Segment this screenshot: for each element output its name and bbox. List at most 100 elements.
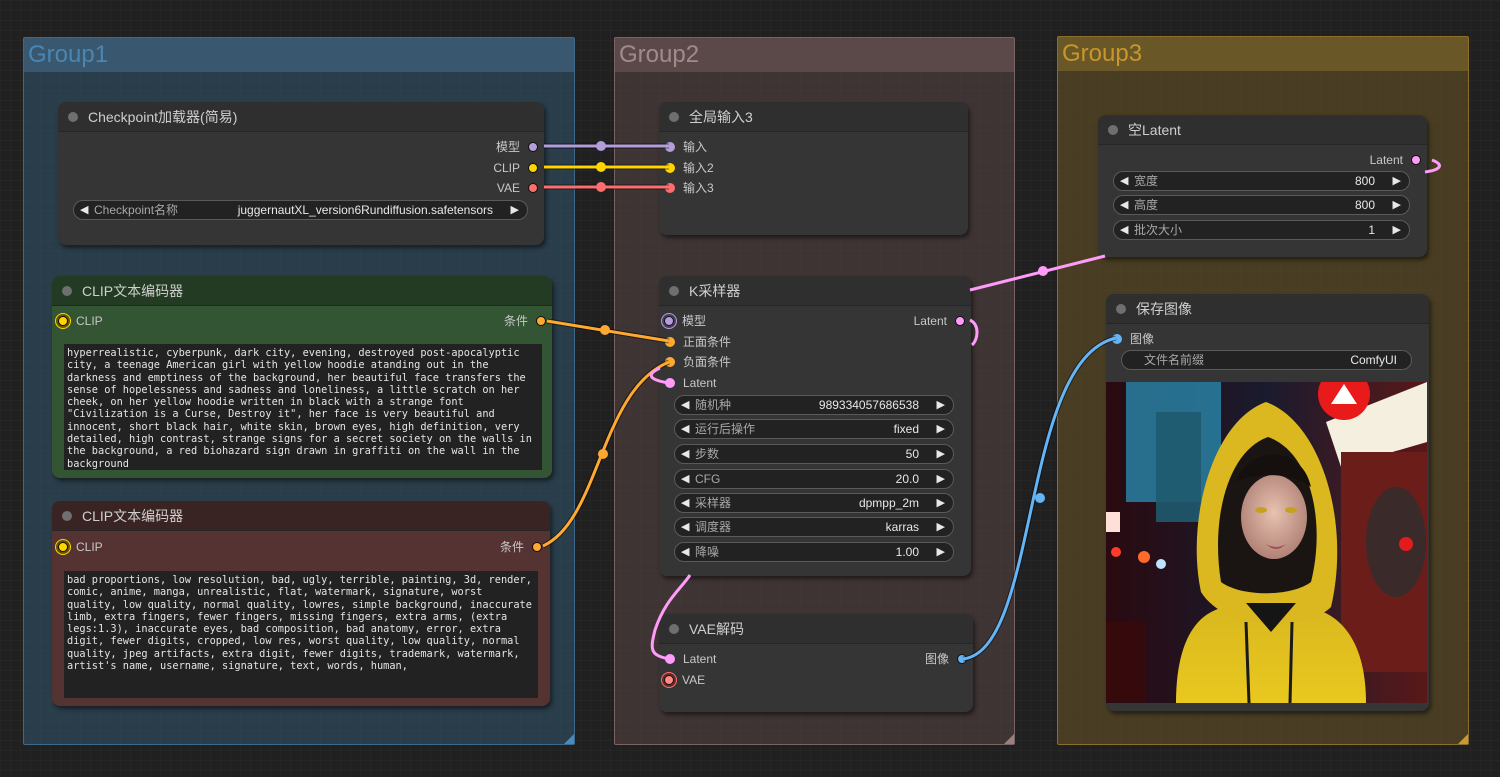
widget-cfg[interactable]: ◀ CFG 20.0 ▶ <box>674 469 954 489</box>
input-slot-clip[interactable]: CLIP <box>58 313 103 329</box>
arrow-right-icon[interactable]: ▶ <box>1393 196 1401 214</box>
arrow-left-icon[interactable]: ◀ <box>681 518 689 536</box>
slot-dot-icon[interactable] <box>664 316 674 326</box>
output-slot-conditioning[interactable]: 条件 <box>500 539 542 555</box>
collapse-dot-icon[interactable] <box>669 286 679 296</box>
arrow-right-icon[interactable]: ▶ <box>1393 172 1401 190</box>
input-slot-3[interactable]: 输入3 <box>665 180 714 196</box>
arrow-right-icon[interactable]: ▶ <box>937 543 945 561</box>
collapse-dot-icon[interactable] <box>669 112 679 122</box>
input-slot-latent[interactable]: Latent <box>665 375 716 391</box>
arrow-left-icon[interactable]: ◀ <box>80 201 88 219</box>
input-slot-image[interactable]: 图像 <box>1112 331 1154 347</box>
input-slot-1[interactable]: 输入 <box>665 139 707 155</box>
arrow-right-icon[interactable]: ▶ <box>937 396 945 414</box>
collapse-dot-icon[interactable] <box>1116 304 1126 314</box>
group-title[interactable]: Group3 <box>1058 37 1468 71</box>
widget-scheduler[interactable]: ◀ 调度器 karras ▶ <box>674 517 954 537</box>
node-vae-decode[interactable]: VAE解码 Latent VAE 图像 <box>659 614 973 712</box>
input-slot-2[interactable]: 输入2 <box>665 160 714 176</box>
node-clip-text-encode-negative[interactable]: CLIP文本编码器 CLIP 条件 bad proportions, low r… <box>52 501 550 706</box>
wire-midpoint-model[interactable] <box>596 141 606 151</box>
arrow-left-icon[interactable]: ◀ <box>681 396 689 414</box>
widget-seed[interactable]: ◀ 随机种 989334057686538 ▶ <box>674 395 954 415</box>
input-slot-positive[interactable]: 正面条件 <box>665 334 731 350</box>
slot-dot-icon[interactable] <box>665 357 675 367</box>
slot-dot-icon[interactable] <box>955 316 965 326</box>
slot-dot-icon[interactable] <box>1112 334 1122 344</box>
arrow-right-icon[interactable]: ▶ <box>937 470 945 488</box>
input-slot-latent[interactable]: Latent <box>665 651 716 667</box>
slot-dot-icon[interactable] <box>528 142 538 152</box>
node-header[interactable]: VAE解码 <box>659 614 973 644</box>
arrow-left-icon[interactable]: ◀ <box>681 420 689 438</box>
arrow-left-icon[interactable]: ◀ <box>1120 172 1128 190</box>
slot-dot-icon[interactable] <box>1411 155 1421 165</box>
wire-midpoint-latent[interactable] <box>1038 266 1048 276</box>
prompt-textarea[interactable]: hyperrealistic, cyberpunk, dark city, ev… <box>64 344 542 470</box>
image-preview[interactable] <box>1106 382 1427 703</box>
output-slot-model[interactable]: 模型 <box>496 139 538 155</box>
slot-dot-icon[interactable] <box>665 142 675 152</box>
arrow-left-icon[interactable]: ◀ <box>681 470 689 488</box>
node-header[interactable]: 保存图像 <box>1106 294 1429 324</box>
collapse-dot-icon[interactable] <box>669 624 679 634</box>
arrow-left-icon[interactable]: ◀ <box>681 494 689 512</box>
group-resize-handle[interactable] <box>564 734 574 744</box>
input-slot-clip[interactable]: CLIP <box>58 539 103 555</box>
node-global-input[interactable]: 全局输入3 输入 输入2 输入3 <box>659 102 968 235</box>
wire-midpoint-positive[interactable] <box>600 325 610 335</box>
arrow-right-icon[interactable]: ▶ <box>1393 221 1401 239</box>
arrow-right-icon[interactable]: ▶ <box>511 201 519 219</box>
slot-dot-icon[interactable] <box>58 542 68 552</box>
slot-dot-icon[interactable] <box>664 675 674 685</box>
node-header[interactable]: CLIP文本编码器 <box>52 276 552 306</box>
arrow-right-icon[interactable]: ▶ <box>937 445 945 463</box>
slot-dot-icon[interactable] <box>536 316 546 326</box>
node-header[interactable]: K采样器 <box>659 276 971 306</box>
slot-dot-icon[interactable] <box>665 378 675 388</box>
output-slot-vae[interactable]: VAE <box>497 180 538 196</box>
slot-dot-icon[interactable] <box>665 654 675 664</box>
group-resize-handle[interactable] <box>1458 734 1468 744</box>
arrow-left-icon[interactable]: ◀ <box>681 543 689 561</box>
wire-midpoint-negative[interactable] <box>598 449 608 459</box>
group-resize-handle[interactable] <box>1004 734 1014 744</box>
group-title[interactable]: Group1 <box>24 38 574 72</box>
collapse-dot-icon[interactable] <box>62 511 72 521</box>
widget-height[interactable]: ◀ 高度 800 ▶ <box>1113 195 1410 215</box>
widget-filename-prefix[interactable]: 文件名前缀 ComfyUI <box>1121 350 1412 370</box>
arrow-left-icon[interactable]: ◀ <box>1120 221 1128 239</box>
node-header[interactable]: 全局输入3 <box>659 102 968 132</box>
arrow-right-icon[interactable]: ▶ <box>937 518 945 536</box>
output-slot-latent[interactable]: Latent <box>914 313 965 329</box>
slot-dot-icon[interactable] <box>665 163 675 173</box>
input-slot-model[interactable]: 模型 <box>664 313 706 329</box>
widget-denoise[interactable]: ◀ 降噪 1.00 ▶ <box>674 542 954 562</box>
widget-batch-size[interactable]: ◀ 批次大小 1 ▶ <box>1113 220 1410 240</box>
node-ksampler[interactable]: K采样器 模型 正面条件 负面条件 Latent Latent ◀ 随机种 98… <box>659 276 971 576</box>
slot-dot-icon[interactable] <box>665 337 675 347</box>
widget-steps[interactable]: ◀ 步数 50 ▶ <box>674 444 954 464</box>
arrow-right-icon[interactable]: ▶ <box>937 494 945 512</box>
collapse-dot-icon[interactable] <box>62 286 72 296</box>
slot-dot-icon[interactable] <box>528 163 538 173</box>
collapse-dot-icon[interactable] <box>1108 125 1118 135</box>
prompt-textarea[interactable]: bad proportions, low resolution, bad, ug… <box>64 571 538 698</box>
wire-midpoint-vae[interactable] <box>596 182 606 192</box>
widget-width[interactable]: ◀ 宽度 800 ▶ <box>1113 171 1410 191</box>
node-empty-latent[interactable]: 空Latent Latent ◀ 宽度 800 ▶ ◀ 高度 800 ▶ ◀ 批… <box>1098 115 1427 257</box>
slot-dot-icon[interactable] <box>957 654 967 664</box>
node-header[interactable]: CLIP文本编码器 <box>52 501 550 531</box>
input-slot-vae[interactable]: VAE <box>664 672 705 688</box>
node-clip-text-encode-positive[interactable]: CLIP文本编码器 CLIP 条件 hyperrealistic, cyberp… <box>52 276 552 478</box>
widget-sampler-name[interactable]: ◀ 采样器 dpmpp_2m ▶ <box>674 493 954 513</box>
widget-checkpoint-name[interactable]: ◀ Checkpoint名称 juggernautXL_version6Rund… <box>73 200 528 220</box>
node-save-image[interactable]: 保存图像 图像 文件名前缀 ComfyUI <box>1106 294 1429 711</box>
slot-dot-icon[interactable] <box>528 183 538 193</box>
slot-dot-icon[interactable] <box>665 183 675 193</box>
group-title[interactable]: Group2 <box>615 38 1014 72</box>
arrow-left-icon[interactable]: ◀ <box>1120 196 1128 214</box>
wire-midpoint-clip[interactable] <box>596 162 606 172</box>
slot-dot-icon[interactable] <box>532 542 542 552</box>
